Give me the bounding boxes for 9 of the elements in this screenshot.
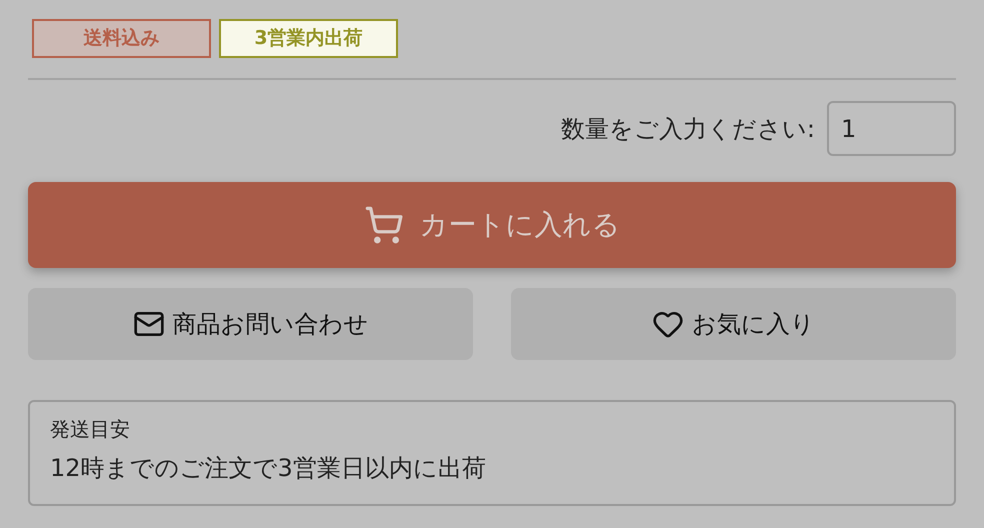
tag: 送料込み bbox=[32, 19, 211, 58]
quantity-field[interactable]: 1 bbox=[827, 101, 956, 156]
shipping-text: 12時までのご注文で3営業日以内に出荷 bbox=[50, 453, 487, 484]
inquiry-button[interactable]: 商品お問い合わせ bbox=[28, 288, 473, 360]
tag: 3営業内出荷 bbox=[219, 19, 398, 58]
shipping-title: 発送目安 bbox=[50, 416, 131, 443]
favorite-button[interactable]: お気に入り bbox=[511, 288, 956, 360]
cart-icon bbox=[364, 205, 404, 245]
quantity-label: 数量をご入力ください: bbox=[560, 114, 815, 144]
